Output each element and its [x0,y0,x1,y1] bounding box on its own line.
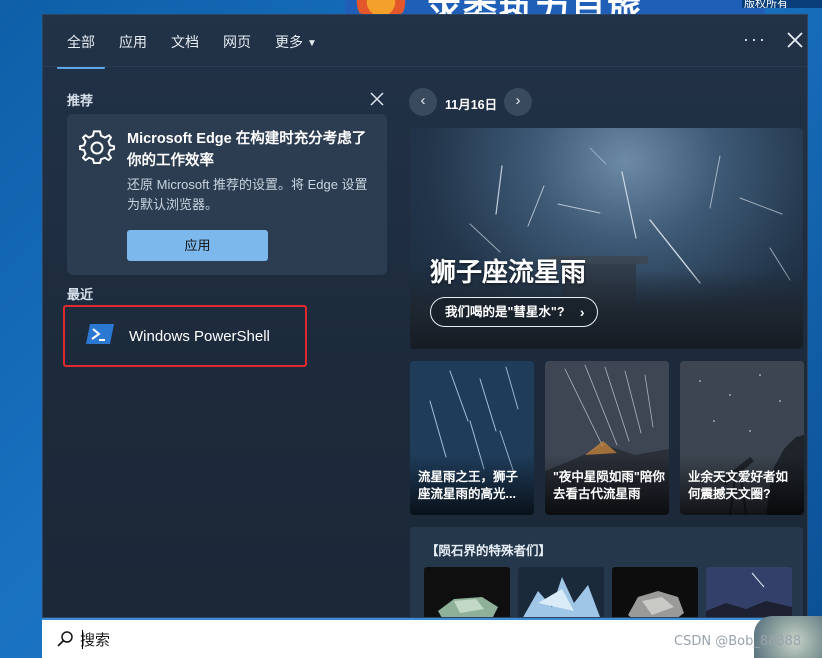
recommend-card-title: Microsoft Edge 在构建时充分考虑了你的工作效率 [127,131,367,169]
search-panel: 全部 应用 文档 网页 更多 ▼ ··· 推荐 Microsoft Edge 在构… [42,14,808,618]
crystal-meteorite-image [523,577,600,617]
recommend-card: Microsoft Edge 在构建时充分考虑了你的工作效率 还原 Micros… [67,114,387,275]
hero-title: 狮子座流星雨 [430,257,587,287]
meteorite-section-card[interactable]: 【陨石界的特殊者们】 [410,527,803,617]
chevron-down-icon: ▼ [307,38,317,49]
tab-documents[interactable]: 文档 [171,33,199,55]
highlight-date: 11月16日 [445,98,498,112]
meteorite-thumb-1[interactable] [424,567,510,617]
thumb-caption: 流星雨之王，狮子座流星雨的高光... [418,470,519,501]
hero-card[interactable]: 狮子座流星雨 我们喝的是"彗星水"? › [410,128,803,349]
watermark: CSDN @Bob_88888 [674,634,802,649]
meteorite-thumb-2[interactable] [518,567,604,617]
meteorite-section-title: 【陨石界的特殊者们】 [426,544,552,558]
tab-more[interactable]: 更多 ▼ [275,33,317,55]
desktop-corner-text: 版权所有 [742,0,822,8]
meteorite-thumb-4[interactable] [706,567,792,617]
thumb-caption: 业余天文爱好者如何震撼天文圈? [688,470,789,501]
highlight-thumb-3[interactable]: 业余天文爱好者如何震撼天文圈? [680,361,804,515]
tab-bar: 全部 应用 文档 网页 更多 ▼ ··· [43,15,807,69]
recommend-heading: 推荐 [67,93,94,108]
recent-item-label: Windows PowerShell [129,328,270,345]
powershell-icon [86,324,114,344]
hero-link-label: 我们喝的是"彗星水"? [445,305,565,319]
night-sky-image [706,567,792,617]
recent-heading: 最近 [67,287,94,302]
tab-apps[interactable]: 应用 [119,33,147,55]
next-date-button[interactable]: › [504,88,532,116]
meteorite-thumb-3[interactable] [612,567,698,617]
thumb-caption: "夜中星陨如雨"陪你去看古代流星雨 [553,470,665,501]
recommend-card-description: 还原 Microsoft 推荐的设置。将 Edge 设置为默认浏览器。 [127,177,368,212]
highlight-thumb-2[interactable]: "夜中星陨如雨"陪你去看古代流星雨 [545,361,669,515]
search-input[interactable] [80,629,640,651]
prev-date-button[interactable]: ‹ [409,88,437,116]
grey-meteorite-image [628,591,684,617]
chevron-right-icon: › [579,304,585,320]
green-meteorite-image [438,597,498,617]
tab-divider [43,66,807,67]
recent-item-powershell[interactable]: Windows PowerShell [63,305,307,367]
tab-more-label: 更多 [275,34,303,50]
gear-icon [79,130,115,165]
close-icon[interactable] [785,27,805,51]
hero-link-button[interactable]: 我们喝的是"彗星水"? › [430,297,598,327]
search-icon [57,631,73,647]
highlight-thumb-1[interactable]: 流星雨之王，狮子座流星雨的高光... [410,361,534,515]
apply-button[interactable]: 应用 [127,230,268,261]
tab-all[interactable]: 全部 [57,33,105,69]
dismiss-recommend-icon[interactable] [369,91,385,107]
text-caret [82,630,83,649]
more-options-icon[interactable]: ··· [743,29,767,50]
tab-web[interactable]: 网页 [223,33,251,55]
